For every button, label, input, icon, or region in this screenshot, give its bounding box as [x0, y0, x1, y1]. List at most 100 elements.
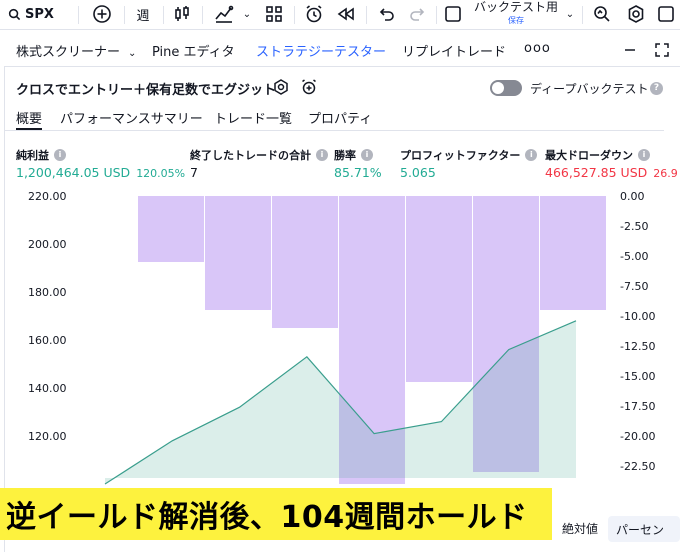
tab-label: 株式スクリーナー	[16, 45, 121, 60]
metric-closed-trades: 終了したトレードの合計 i 7	[190, 148, 328, 180]
interval-label: 週	[136, 8, 150, 24]
layout-dropdown[interactable]: ⌄	[563, 0, 577, 28]
more-tabs-button[interactable]: ooo	[524, 41, 551, 56]
left-axis-tick-label: 220.00	[28, 190, 67, 203]
add-symbol-button[interactable]	[90, 0, 114, 28]
search-icon	[8, 8, 21, 20]
indicator-chart-icon	[215, 5, 234, 23]
fullscreen-button[interactable]	[654, 0, 678, 28]
undo-icon	[379, 8, 394, 21]
metric-label: プロフィットファクター	[400, 149, 521, 162]
chevron-down-icon: ⌄	[565, 8, 575, 20]
layout-grid-button[interactable]	[262, 0, 286, 28]
left-axis-tick-label: 140.00	[28, 382, 67, 395]
right-axis-tick-label: -10.00	[620, 310, 655, 323]
subtab-label: トレード一覧	[214, 112, 293, 127]
gear-icon	[274, 79, 288, 95]
maximize-panel-button[interactable]	[654, 42, 670, 58]
subtab-overview[interactable]: 概要	[16, 108, 42, 127]
deep-backtest-toggle[interactable]	[490, 80, 522, 96]
strategy-alert-button[interactable]	[300, 78, 318, 96]
symbol-label: SPX	[25, 6, 54, 22]
drawdown-bar	[272, 196, 338, 328]
info-icon[interactable]: i	[316, 149, 328, 161]
caption-text: 逆イールド解消後、104週間ホールド	[6, 500, 528, 535]
search-spark-icon	[594, 6, 610, 22]
indicators-dropdown[interactable]: ⌄	[240, 0, 254, 28]
redo-icon	[410, 8, 425, 21]
percent-values-button[interactable]: パーセン	[608, 516, 680, 542]
metric-label: 終了したトレードの合計	[190, 149, 311, 162]
info-icon[interactable]: i	[361, 149, 373, 161]
subtab-label: 概要	[16, 112, 43, 127]
metric-value: 1,200,464.05 USD	[16, 165, 131, 180]
subtab-trade-list[interactable]: トレード一覧	[214, 108, 292, 127]
subtab-performance-summary[interactable]: パフォーマンスサマリー	[60, 108, 203, 127]
metric-win-rate: 勝率 i 85.71%	[334, 148, 382, 180]
layout-name-button[interactable]: バックテスト用 保存	[470, 0, 562, 28]
subtab-label: プロパティ	[308, 112, 373, 127]
metric-label: 純利益	[16, 149, 49, 162]
minimize-panel-button[interactable]	[622, 42, 638, 58]
right-axis-tick-label: -15.00	[620, 370, 655, 383]
settings-button[interactable]	[624, 0, 648, 28]
layout-save-status: 保存	[508, 16, 524, 25]
alarm-clock-icon	[306, 5, 322, 23]
metric-percent: 26.9	[653, 167, 678, 180]
tab-label: リプレイトレード	[402, 45, 507, 60]
replay-button[interactable]	[334, 0, 358, 28]
left-axis-tick-label: 120.00	[28, 430, 67, 443]
fullscreen-icon	[658, 6, 674, 22]
drawdown-bar	[406, 196, 472, 382]
metric-value: 5.065	[400, 165, 436, 180]
drawdown-bar	[205, 196, 271, 310]
right-axis-tick-label: -5.00	[620, 250, 648, 263]
bottom-panel-tabs: 株式スクリーナー ⌄ Pine エディタ ストラテジーテスター リプレイトレード …	[0, 34, 680, 64]
alert-button[interactable]	[302, 0, 326, 28]
metric-value: 7	[190, 165, 198, 180]
subtab-divider	[4, 130, 664, 131]
button-label: パーセン	[616, 523, 665, 537]
plus-circle-icon	[93, 5, 111, 23]
subtab-label: パフォーマンスサマリー	[60, 112, 203, 127]
indicators-button[interactable]	[212, 0, 236, 28]
gear-icon	[628, 5, 644, 23]
right-axis-tick-label: -2.50	[620, 220, 648, 233]
top-toolbar: SPX 週 ⌄ バックテスト用 保存 ⌄	[0, 0, 680, 30]
symbol-search-button[interactable]: SPX	[8, 0, 54, 28]
tab-pine-editor[interactable]: Pine エディタ	[152, 41, 235, 60]
deep-backtest-label: ディープバックテスト	[530, 82, 649, 96]
tab-strategy-tester[interactable]: ストラテジーテスター	[256, 41, 386, 60]
equity-chart: 220.00 200.00 180.00 160.00 140.00 120.00 0.00…	[28, 190, 655, 485]
interval-button[interactable]: 週	[132, 0, 154, 28]
layout-name: バックテスト用	[473, 0, 558, 14]
drawdown-bar	[138, 196, 204, 262]
undo-button[interactable]	[374, 0, 398, 28]
subtab-properties[interactable]: プロパティ	[308, 108, 372, 127]
redo-button[interactable]	[406, 0, 430, 28]
info-icon[interactable]: i	[638, 149, 650, 161]
right-axis-tick-label: -17.50	[620, 400, 655, 413]
tab-stock-screener[interactable]: 株式スクリーナー ⌄	[16, 41, 136, 60]
toggle-knob	[492, 82, 504, 94]
right-axis-tick-label: 0.00	[620, 190, 645, 203]
chevron-down-icon: ⌄	[242, 8, 252, 20]
info-icon[interactable]: i	[54, 149, 66, 161]
chart-type-button[interactable]	[171, 0, 193, 28]
absolute-values-button[interactable]: 絶対値	[562, 520, 598, 537]
quick-search-button[interactable]	[590, 0, 614, 28]
strategy-settings-button[interactable]	[272, 78, 290, 96]
button-label: 絶対値	[562, 522, 599, 536]
strategy-header: クロスでエントリー＋保有足数でエグジット	[16, 78, 276, 98]
metric-max-drawdown: 最大ドローダウン i 466,527.85 USD 26.9	[545, 148, 678, 180]
maximize-icon	[655, 43, 669, 57]
info-icon[interactable]: i	[525, 149, 538, 161]
metric-percent: 120.05%	[136, 167, 186, 180]
layout-icon-button[interactable]	[442, 0, 464, 28]
tab-replay-trading[interactable]: リプレイトレード	[402, 41, 506, 60]
help-icon[interactable]: ?	[650, 82, 663, 95]
tab-label: Pine エディタ	[152, 45, 235, 60]
strategy-name[interactable]: クロスでエントリー＋保有足数でエグジット	[16, 79, 276, 98]
metric-profit-factor: プロフィットファクター i 5.065	[400, 148, 538, 180]
caption-banner: 逆イールド解消後、104週間ホールド	[0, 488, 552, 540]
